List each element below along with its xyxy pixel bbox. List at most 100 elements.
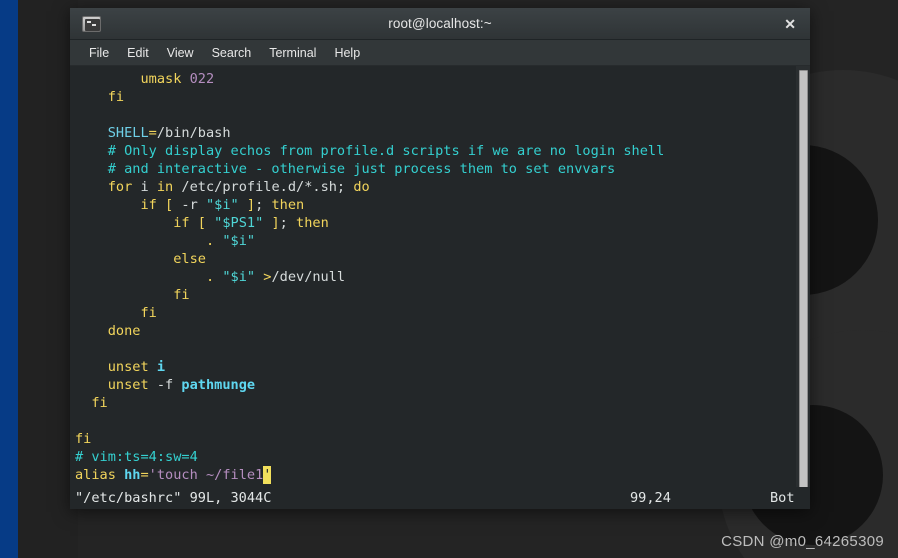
code-token: fi (173, 287, 190, 303)
code-token: /etc/profile.d/*.sh; (173, 179, 354, 195)
menu-item-search[interactable]: Search (203, 43, 261, 63)
code-token: fi (107, 89, 125, 105)
code-token: 'touch ~/file1 (148, 467, 264, 483)
code-token: # and interactive - otherwise just proce… (107, 161, 616, 177)
code-token: fi (75, 431, 92, 447)
code-token: "$i" (222, 269, 256, 285)
terminal-window[interactable]: root@localhost:~ ✕ File Edit View Search… (70, 8, 810, 509)
statusline-position: 99,24 (630, 490, 671, 506)
window-titlebar[interactable]: root@localhost:~ ✕ (70, 8, 810, 40)
code-token: ; (255, 197, 272, 213)
code-token: -f (156, 377, 174, 393)
code-token: in (156, 179, 174, 195)
editor-line: fi (70, 394, 796, 412)
editor-line: unset i (70, 358, 796, 376)
code-token: then (296, 215, 329, 231)
code-token: unset (107, 359, 149, 375)
window-title: root@localhost:~ (388, 16, 492, 31)
code-token: ; (279, 215, 297, 231)
code-token: # vim:ts=4:sw=4 (75, 449, 198, 465)
code-token: [ (165, 197, 174, 213)
code-token: . (205, 233, 215, 249)
desktop-left-panel (18, 0, 78, 558)
code-token: "$i" (205, 197, 239, 213)
menu-item-help[interactable]: Help (325, 43, 369, 63)
editor-line: alias hh='touch ~/file1' (70, 466, 796, 484)
terminal-body[interactable]: umask 022 fi SHELL=/bin/bash # Only disp… (70, 66, 810, 487)
editor-line: # Only display echos from profile.d scri… (70, 142, 796, 160)
code-token: do (353, 179, 370, 195)
editor-line: SHELL=/bin/bash (70, 124, 796, 142)
editor-line: if [ "$PS1" ]; then (70, 214, 796, 232)
code-token: i (132, 179, 157, 195)
editor-line: # and interactive - otherwise just proce… (70, 160, 796, 178)
code-token: "$i" (222, 233, 256, 249)
statusline-location: Bot (770, 490, 795, 506)
editor-line: else (70, 250, 796, 268)
code-token: if (173, 215, 190, 231)
editor-line: fi (70, 286, 796, 304)
code-token: else (173, 251, 206, 267)
editor-line: fi (70, 304, 796, 322)
menu-item-terminal[interactable]: Terminal (260, 43, 325, 63)
editor-line: unset -f pathmunge (70, 376, 796, 394)
editor-line: if [ -r "$i" ]; then (70, 196, 796, 214)
code-token: fi (140, 305, 157, 321)
editor-line: for i in /etc/profile.d/*.sh; do (70, 178, 796, 196)
code-token: umask (140, 71, 182, 87)
statusline-filename: "/etc/bashrc" 99L, 3044C (75, 490, 272, 506)
code-token: i (156, 359, 166, 375)
code-token: # Only display echos from profile.d scri… (107, 143, 665, 159)
code-token: ] (246, 197, 256, 213)
code-token: "$PS1" (214, 215, 264, 231)
editor-line: . "$i" (70, 232, 796, 250)
code-token: ] (271, 215, 280, 231)
watermark-text: CSDN @m0_64265309 (721, 533, 884, 550)
editor-line: fi (70, 88, 796, 106)
editor-line: . "$i" >/dev/null (70, 268, 796, 286)
scrollbar-thumb[interactable] (799, 70, 808, 487)
menu-item-view[interactable]: View (158, 43, 203, 63)
code-token: = (148, 125, 157, 141)
code-token: /bin/bash (156, 125, 231, 141)
code-token: fi (91, 395, 108, 411)
editor-line: umask 022 (70, 70, 796, 88)
terminal-icon (82, 15, 101, 32)
close-icon[interactable]: ✕ (784, 17, 796, 31)
code-token: hh (124, 467, 141, 483)
code-token: -r (173, 197, 206, 213)
code-token: pathmunge (181, 377, 256, 393)
code-token: . (205, 269, 215, 285)
code-token: /dev/null (271, 269, 346, 285)
menu-item-file[interactable]: File (80, 43, 118, 63)
code-token: [ (197, 215, 206, 231)
editor-line: fi (70, 430, 796, 448)
desktop-accent-stripe (0, 0, 18, 558)
code-token: for (107, 179, 133, 195)
menubar[interactable]: File Edit View Search Terminal Help (70, 40, 810, 66)
editor-line: # vim:ts=4:sw=4 (70, 448, 796, 466)
text-cursor: ' (263, 466, 272, 484)
code-token: 022 (189, 71, 215, 87)
editor-line: done (70, 322, 796, 340)
code-token: SHELL (107, 125, 149, 141)
vertical-scrollbar[interactable] (796, 66, 810, 487)
code-token: if (140, 197, 157, 213)
code-token: done (107, 323, 141, 339)
code-token: unset (107, 377, 149, 393)
code-token: = (140, 467, 149, 483)
menu-item-edit[interactable]: Edit (118, 43, 158, 63)
vim-editor-buffer[interactable]: umask 022 fi SHELL=/bin/bash # Only disp… (70, 66, 796, 487)
code-token: then (271, 197, 305, 213)
vim-statusline: "/etc/bashrc" 99L, 3044C 99,24 Bot (70, 487, 810, 509)
